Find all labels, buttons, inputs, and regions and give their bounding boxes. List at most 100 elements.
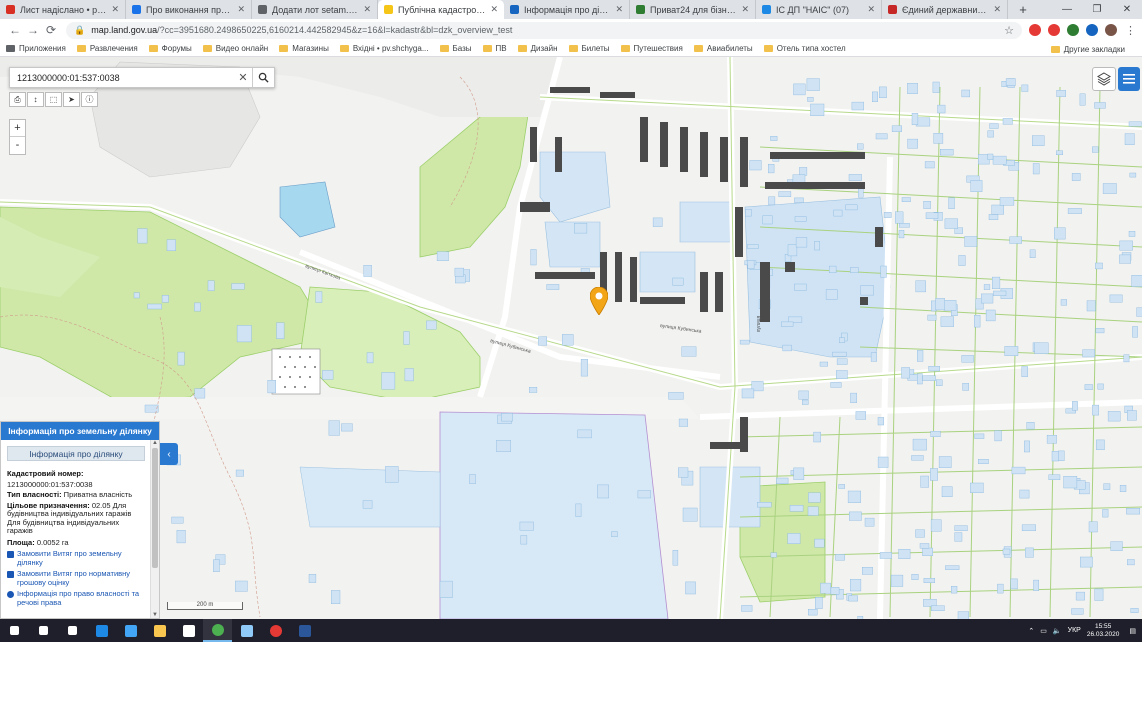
land-parcel[interactable] [930, 468, 938, 481]
order-extract-link[interactable]: Замовити Витяг про земельну ділянку [7, 549, 145, 567]
land-parcel[interactable] [983, 284, 991, 290]
land-parcel[interactable] [814, 538, 825, 548]
tab-close-icon[interactable]: ✕ [615, 4, 623, 15]
input-language[interactable]: УКР [1068, 627, 1081, 634]
land-parcel[interactable] [920, 475, 929, 488]
land-parcel[interactable] [936, 379, 943, 386]
tab-close-icon[interactable]: ✕ [363, 4, 371, 15]
land-parcel[interactable] [520, 535, 528, 545]
scroll-up-icon[interactable]: ▲ [151, 440, 159, 446]
land-parcel[interactable] [672, 550, 679, 566]
land-parcel[interactable] [682, 507, 698, 522]
volume-icon[interactable]: 🔈 [1053, 627, 1062, 635]
info-icon[interactable]: ⓘ [81, 92, 98, 107]
land-parcel[interactable] [901, 367, 911, 379]
search-button[interactable] [252, 68, 274, 87]
land-parcel[interactable] [194, 302, 201, 312]
land-parcel[interactable] [1072, 401, 1078, 411]
land-parcel[interactable] [685, 581, 696, 595]
land-parcel[interactable] [930, 519, 942, 532]
land-parcel[interactable] [133, 292, 140, 299]
land-parcel[interactable] [899, 223, 910, 228]
land-parcel[interactable] [1046, 435, 1057, 444]
land-parcel[interactable] [917, 350, 924, 362]
land-parcel[interactable] [1034, 342, 1049, 354]
map-canvas[interactable]: вулиця Квіткова вулиця Кубинська вулиця … [0, 57, 1142, 619]
land-parcel[interactable] [877, 417, 885, 426]
land-parcel[interactable] [830, 382, 842, 388]
land-parcel[interactable] [1048, 474, 1061, 481]
zoom-in-button[interactable]: + [10, 120, 25, 137]
land-parcel[interactable] [819, 361, 829, 367]
land-parcel[interactable] [839, 337, 846, 343]
land-parcel[interactable] [768, 163, 775, 174]
land-parcel[interactable] [798, 390, 809, 400]
land-parcel[interactable] [1094, 102, 1106, 109]
land-parcel[interactable] [941, 486, 953, 498]
land-parcel[interactable] [580, 359, 588, 377]
land-parcel[interactable] [928, 366, 940, 372]
land-parcel[interactable] [1082, 349, 1095, 358]
land-parcel[interactable] [847, 490, 861, 503]
land-parcel[interactable] [951, 586, 958, 594]
land-parcel[interactable] [1110, 541, 1123, 551]
bookmark-item[interactable]: Приложения [6, 44, 66, 53]
land-parcel[interactable] [948, 197, 955, 209]
bookmark-item[interactable]: Билеты [568, 44, 610, 53]
land-parcel[interactable] [808, 609, 818, 616]
land-parcel[interactable] [469, 474, 476, 484]
tab-close-icon[interactable]: ✕ [237, 4, 245, 15]
close-window-button[interactable]: ✕ [1112, 0, 1142, 19]
land-parcel[interactable] [1094, 588, 1104, 601]
land-parcel[interactable] [829, 265, 837, 274]
land-parcel[interactable] [1031, 135, 1045, 146]
land-parcel[interactable] [890, 574, 904, 587]
land-parcel[interactable] [1097, 383, 1104, 390]
land-parcel[interactable] [782, 344, 792, 352]
land-parcel[interactable] [1032, 163, 1040, 175]
land-parcel[interactable] [577, 429, 592, 439]
land-parcel[interactable] [1123, 354, 1130, 363]
land-parcel[interactable] [994, 430, 1002, 442]
land-parcel[interactable] [1119, 240, 1133, 251]
zoom-out-button[interactable]: - [10, 137, 25, 154]
land-parcel[interactable] [575, 503, 582, 517]
land-parcel[interactable] [915, 280, 926, 293]
land-parcel[interactable] [741, 388, 755, 399]
land-parcel[interactable] [808, 492, 821, 503]
land-parcel[interactable] [403, 331, 410, 345]
land-parcel[interactable] [267, 380, 276, 394]
land-parcel[interactable] [1004, 346, 1019, 356]
start-icon[interactable] [0, 619, 29, 642]
land-parcel[interactable] [937, 104, 946, 114]
land-parcel[interactable] [1075, 591, 1085, 601]
land-parcel[interactable] [945, 565, 960, 570]
land-parcel[interactable] [917, 373, 923, 385]
land-parcel[interactable] [1055, 150, 1063, 156]
land-parcel[interactable] [970, 180, 983, 193]
tab-close-icon[interactable]: ✕ [111, 4, 119, 15]
land-parcel[interactable] [974, 315, 981, 328]
bookmark-item[interactable]: Авиабилеты [693, 44, 753, 53]
land-parcel[interactable] [1128, 121, 1142, 127]
land-parcel[interactable] [958, 255, 966, 266]
land-parcel[interactable] [1002, 548, 1011, 555]
bookmark-item[interactable]: Базы [439, 44, 472, 53]
land-parcel[interactable] [931, 605, 945, 611]
land-parcel[interactable] [930, 431, 941, 437]
land-parcel[interactable] [912, 438, 927, 451]
land-parcel[interactable] [235, 469, 244, 477]
land-parcel[interactable] [770, 552, 777, 558]
land-parcel[interactable] [848, 174, 862, 181]
land-parcel[interactable] [830, 587, 840, 595]
land-parcel[interactable] [879, 552, 892, 559]
land-parcel[interactable] [315, 291, 323, 303]
back-button[interactable]: ← [6, 23, 24, 37]
land-parcel[interactable] [1086, 300, 1096, 312]
land-parcel[interactable] [938, 456, 952, 469]
land-parcel[interactable] [496, 440, 511, 452]
land-parcel[interactable] [1109, 294, 1123, 303]
land-parcel[interactable] [933, 132, 944, 144]
browser-tab[interactable]: Інформація про ділянку ✕ [504, 0, 630, 19]
land-parcel[interactable] [794, 197, 804, 203]
